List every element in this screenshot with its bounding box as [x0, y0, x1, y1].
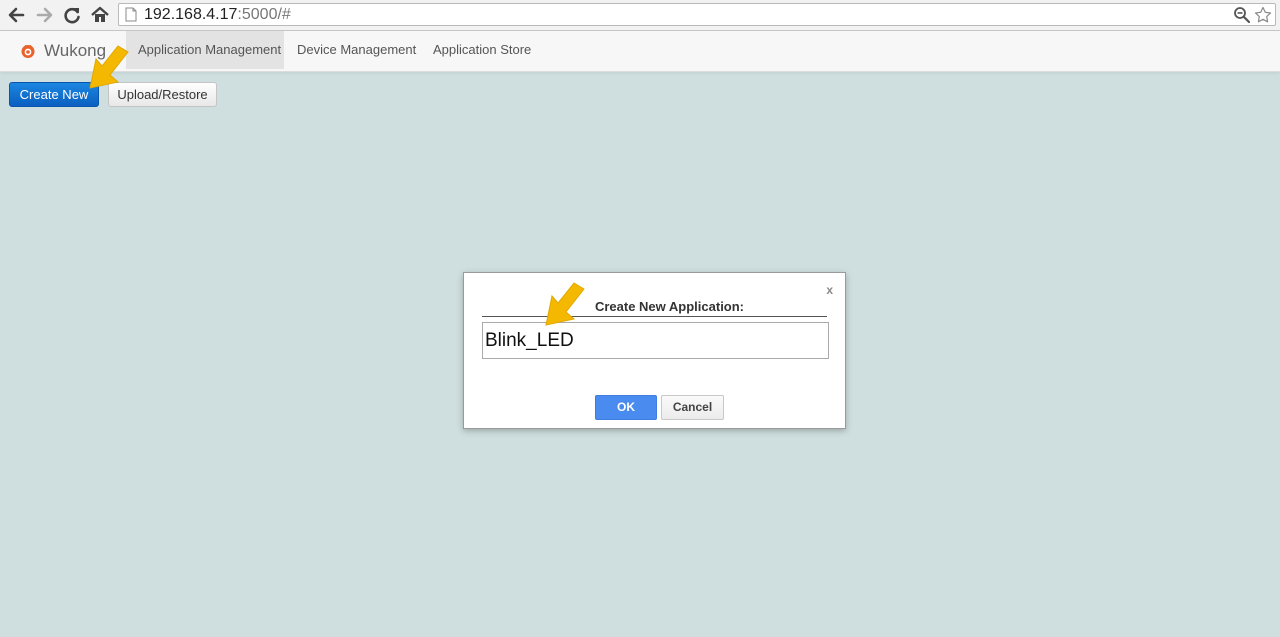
- home-icon[interactable]: [90, 5, 110, 25]
- tab-application-management[interactable]: Application Management: [126, 31, 284, 69]
- url-port-path: :5000/#: [237, 6, 291, 23]
- address-bar[interactable]: 192.168.4.17:5000/#: [118, 3, 1276, 26]
- forward-arrow-icon[interactable]: [35, 5, 55, 25]
- tab-application-store[interactable]: Application Store: [421, 31, 543, 69]
- tab-device-management[interactable]: Device Management: [285, 31, 428, 69]
- app-navbar: Wukong Application Management Device Man…: [0, 31, 1280, 72]
- zoom-icon[interactable]: [1233, 6, 1251, 24]
- page-icon: [125, 7, 137, 22]
- annotation-arrow-icon: [540, 281, 588, 329]
- wukong-logo-icon: [20, 43, 36, 59]
- url-host: 192.168.4.17: [144, 6, 238, 23]
- annotation-arrow-icon: [84, 44, 132, 92]
- reload-icon[interactable]: [62, 5, 82, 25]
- application-name-input[interactable]: [482, 322, 829, 359]
- back-arrow-icon[interactable]: [6, 5, 26, 25]
- cancel-button[interactable]: Cancel: [661, 395, 724, 420]
- star-icon[interactable]: [1254, 6, 1272, 24]
- create-application-dialog: x Create New Application: OK Cancel: [463, 272, 846, 429]
- ok-button[interactable]: OK: [595, 395, 657, 420]
- browser-toolbar: 192.168.4.17:5000/#: [0, 0, 1280, 31]
- url-text: 192.168.4.17:5000/#: [144, 6, 291, 24]
- close-icon[interactable]: x: [826, 283, 833, 297]
- dialog-title: Create New Application:: [482, 299, 827, 317]
